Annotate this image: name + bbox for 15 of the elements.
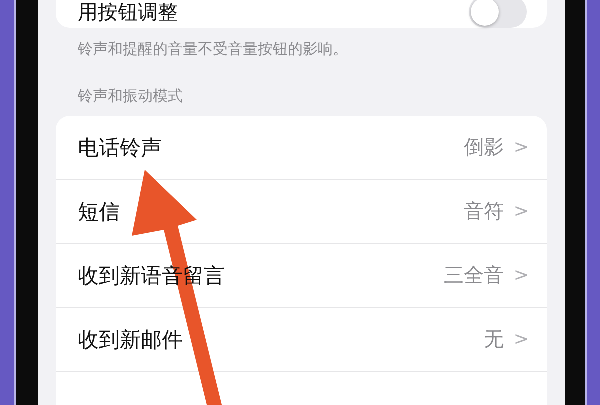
- chevron-icon: >: [514, 265, 529, 286]
- row-label[interactable]: 收到新邮件: [78, 326, 484, 354]
- row-label[interactable]: 短信: [78, 198, 464, 226]
- toggle-switch[interactable]: [469, 0, 527, 28]
- section-footer: 铃声和提醒的音量不受音量按钮的影响。: [56, 28, 547, 59]
- chevron-icon: >: [514, 201, 529, 222]
- row-label[interactable]: 电话铃声: [78, 134, 464, 162]
- setting-label: 用按钮调整: [78, 0, 178, 26]
- row-value: 无: [484, 326, 504, 353]
- chevron-icon: >: [514, 329, 529, 350]
- row-value: 音符: [464, 198, 504, 225]
- row-value: 三全音: [444, 262, 504, 289]
- section-header: 铃声和振动模式: [77, 86, 184, 107]
- row-value: 倒影: [464, 134, 504, 161]
- chevron-icon: >: [514, 137, 529, 158]
